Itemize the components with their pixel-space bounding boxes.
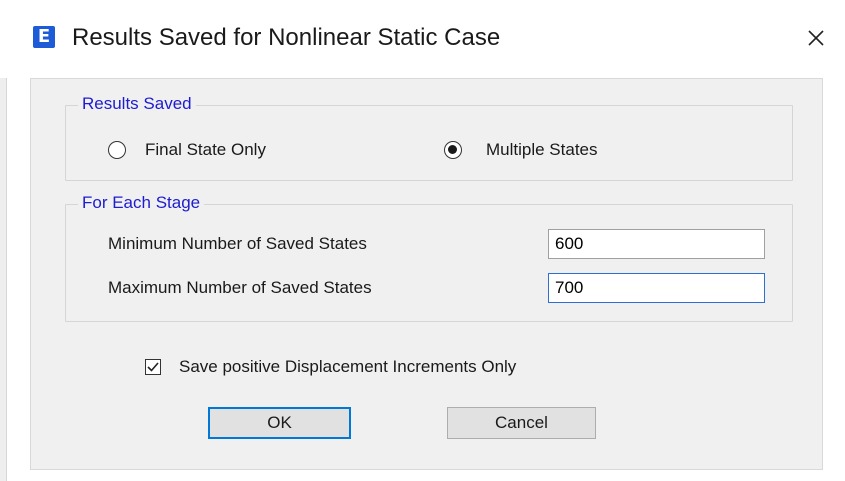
dialog-body: Results Saved Final State Only Multiple … — [30, 78, 823, 470]
title-bar[interactable]: E Results Saved for Nonlinear Static Cas… — [0, 0, 845, 78]
min-saved-states-input[interactable] — [548, 229, 765, 259]
positive-increments-checkbox[interactable] — [145, 359, 161, 375]
ok-button[interactable]: OK — [208, 407, 351, 439]
radio-multiple-states[interactable]: Multiple States — [444, 140, 598, 160]
radio-final-state-only-circle[interactable] — [108, 141, 126, 159]
positive-increments-label: Save positive Displacement Increments On… — [179, 357, 517, 376]
min-saved-states-label: Minimum Number of Saved States — [108, 234, 367, 253]
window-title: Results Saved for Nonlinear Static Case — [72, 24, 501, 51]
app-icon: E — [33, 26, 55, 48]
positive-increments-option[interactable]: Save positive Displacement Increments On… — [145, 357, 516, 377]
close-button[interactable] — [796, 18, 836, 58]
radio-multiple-states-label: Multiple States — [486, 140, 598, 159]
for-each-stage-group-label: For Each Stage — [78, 193, 205, 213]
radio-multiple-states-circle[interactable] — [444, 141, 462, 159]
for-each-stage-group: For Each Stage Minimum Number of Saved S… — [65, 193, 793, 322]
close-icon — [808, 30, 824, 46]
radio-final-state-only[interactable]: Final State Only — [108, 140, 266, 160]
cancel-button[interactable]: Cancel — [447, 407, 596, 439]
dialog-window: E Results Saved for Nonlinear Static Cas… — [0, 0, 845, 481]
radio-final-state-only-label: Final State Only — [145, 140, 266, 159]
max-saved-states-label: Maximum Number of Saved States — [108, 278, 372, 297]
results-saved-group-label: Results Saved — [78, 94, 196, 114]
results-saved-group: Results Saved Final State Only Multiple … — [65, 94, 793, 181]
checkmark-icon — [147, 362, 159, 372]
max-saved-states-input[interactable] — [548, 273, 765, 303]
